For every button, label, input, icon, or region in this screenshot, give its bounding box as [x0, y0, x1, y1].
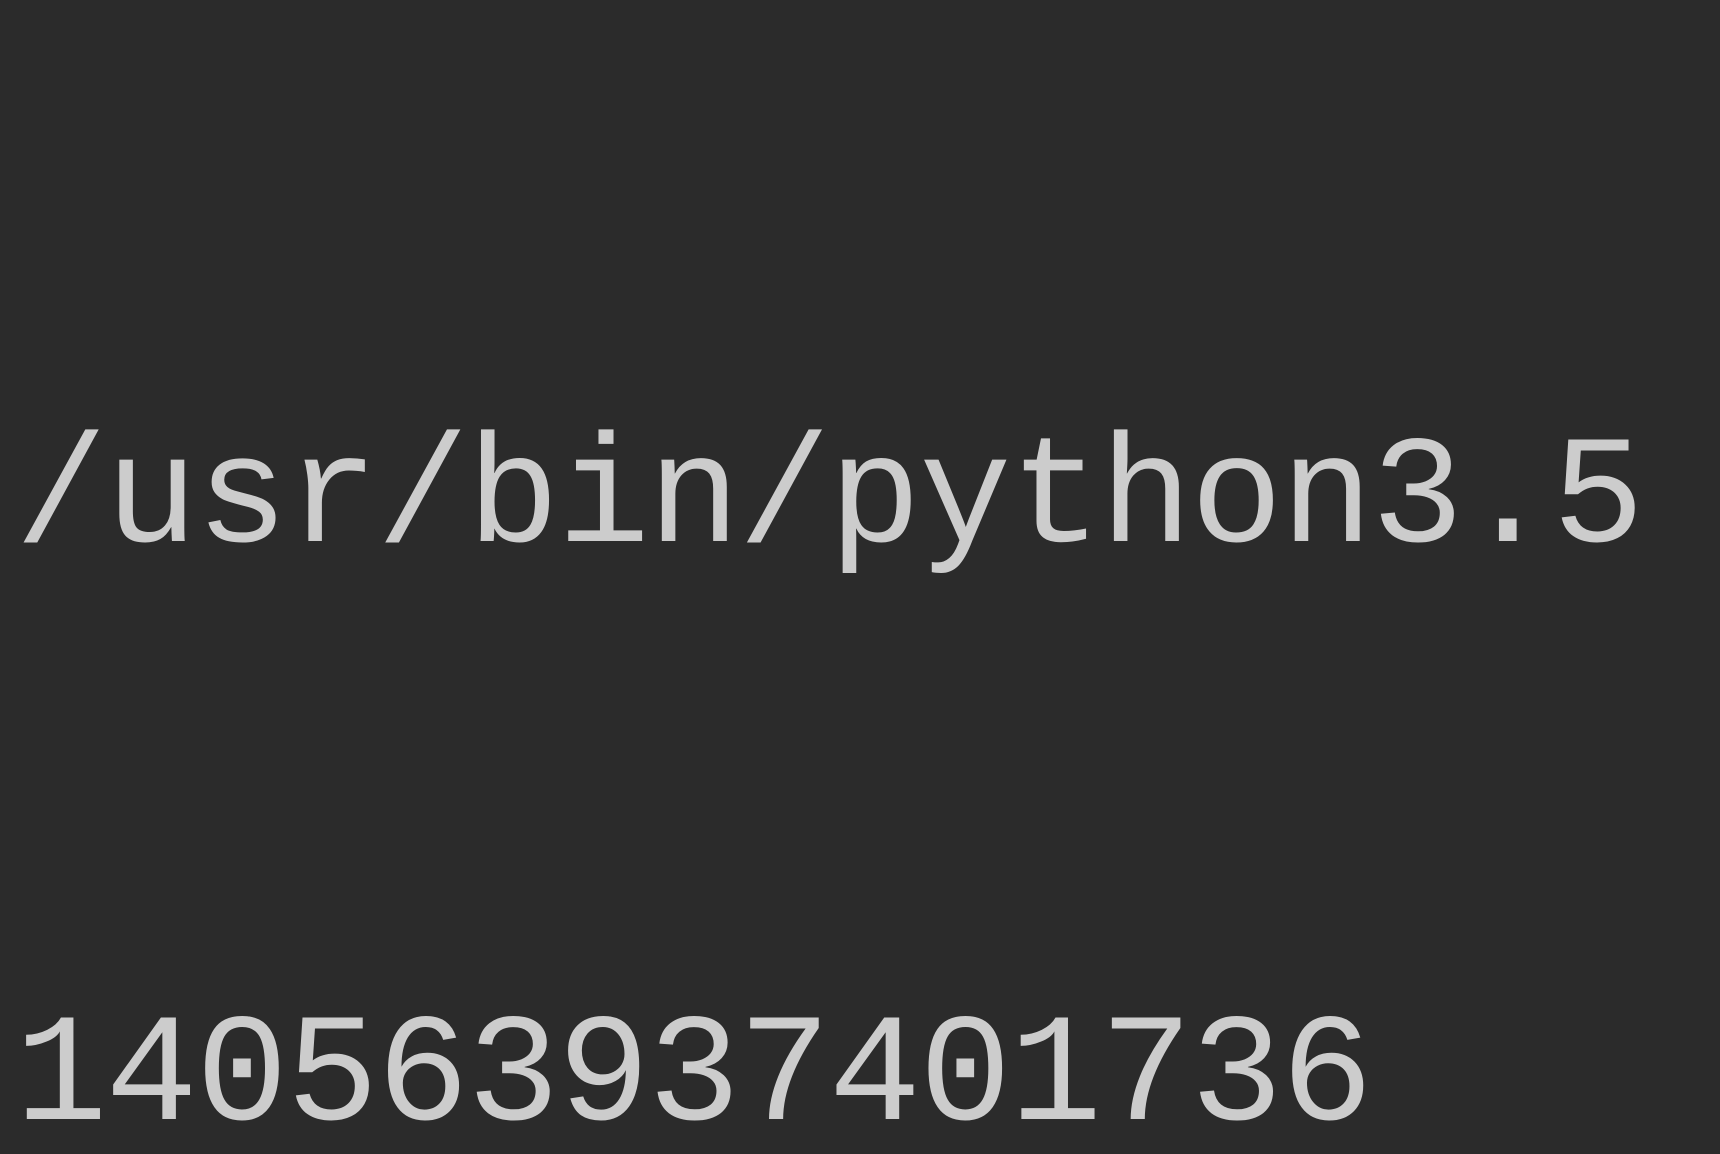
output-line: 140563937401736 [15, 983, 1705, 1154]
output-line: /usr/bin/python3.5 [15, 405, 1705, 598]
terminal-output: /usr/bin/python3.5 140563937401736 14056… [15, 20, 1705, 1154]
